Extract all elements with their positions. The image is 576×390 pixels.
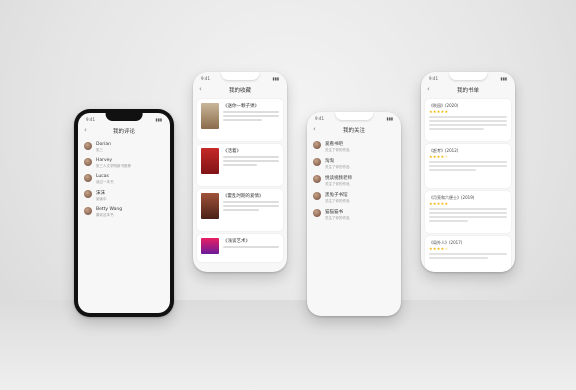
book-cover: [201, 193, 219, 219]
user-name: Harvey: [96, 158, 113, 163]
avatar: [313, 175, 321, 183]
back-icon[interactable]: ‹: [199, 85, 202, 93]
list-item[interactable]: 猫猫猫书 关注了你的作品: [313, 209, 395, 221]
book-card[interactable]: 《浅谈艺术》: [197, 234, 283, 262]
book-card[interactable]: 《活着》: [197, 144, 283, 186]
back-icon[interactable]: ‹: [313, 125, 316, 133]
back-icon[interactable]: ‹: [427, 85, 430, 93]
star-rating: ★★★★★: [429, 201, 449, 206]
list-item[interactable]: 悦读视频老师 关注了你的作品: [313, 175, 395, 187]
user-name: 沫沫: [96, 191, 105, 196]
notch: [335, 112, 373, 120]
review-card[interactable]: 《赶考》(2012) ★★★★☆: [425, 144, 511, 188]
comment-text: 张三人文学院新书推荐: [96, 164, 131, 168]
list-item[interactable]: 黑兔子书馆 关注了你的作品: [313, 192, 395, 204]
book-cover: [201, 103, 219, 129]
user-name: 悦读视频老师: [325, 176, 352, 181]
avatar: [84, 142, 92, 150]
review-card[interactable]: 《局外人》(2017) ★★★★☆: [425, 236, 511, 272]
review-card[interactable]: 《月亮和六便士》(2019) ★★★★★: [425, 191, 511, 233]
list-item[interactable]: Lucas 读过一本书: [84, 174, 164, 185]
user-name: Lucas: [96, 174, 109, 179]
user-name: Betty Wang: [96, 207, 123, 212]
book-cover: [201, 238, 219, 254]
avatar: [84, 207, 92, 215]
comment-list: Dorian 张三 Harvey 张三人文学院新书推荐 Lucas 读过一本书 沫沫阅…: [78, 142, 170, 218]
page-title: 我的评论: [112, 129, 135, 135]
book-title: 《霍乱时期的爱情》: [223, 194, 264, 199]
avatar: [313, 158, 321, 166]
nav-bar: ‹ 我的书单: [421, 84, 515, 96]
avatar: [84, 158, 92, 166]
follow-list: 爱看书吧 关注了你的作品 淘淘 关注了你的作品 悦读视频老师 关注了你的作品 黑兔子书…: [307, 141, 401, 221]
page-title: 我的关注: [342, 128, 365, 134]
list-item[interactable]: Betty Wang 喜欢这本书: [84, 207, 164, 218]
star-rating: ★★★★☆: [429, 246, 449, 251]
star-rating: ★★★★☆: [429, 154, 449, 159]
user-name: 爱看书吧: [325, 142, 343, 147]
phone-collections: 9:41 ▮▮▮ ‹ 我的收藏 《送你一颗子弹》 《活着》 《霍乱时期的爱情》 《…: [193, 72, 287, 272]
phone-booklist: 9:41 ▮▮▮ ‹ 我的书单 《秋园》(2020) ★★★★★ 《赶考》(201…: [421, 72, 515, 272]
book-title: 《送你一颗子弹》: [223, 104, 259, 109]
follow-text: 关注了你的作品: [325, 199, 350, 203]
comment-text: 阅读中: [96, 197, 107, 201]
review-card[interactable]: 《秋园》(2020) ★★★★★: [425, 99, 511, 141]
phone-follows: 9:41 ▮▮▮ ‹ 我的关注 爱看书吧 关注了你的作品 淘淘 关注了你的作品 悦读视…: [307, 112, 401, 316]
user-name: Dorian: [96, 142, 111, 147]
nav-bar: ‹ 我的关注: [307, 124, 401, 136]
comment-text: 喜欢这本书: [96, 213, 114, 217]
comment-text: 读过一本书: [96, 180, 114, 184]
book-title: 《活着》: [223, 149, 241, 154]
star-rating: ★★★★★: [429, 109, 449, 114]
page-title: 我的书单: [456, 88, 479, 94]
notch: [105, 113, 143, 121]
avatar: [84, 190, 92, 198]
book-card[interactable]: 《送你一颗子弹》: [197, 99, 283, 141]
notch: [221, 72, 259, 80]
avatar: [313, 192, 321, 200]
book-card[interactable]: 《霍乱时期的爱情》: [197, 189, 283, 231]
list-item[interactable]: 沫沫 阅读中: [84, 190, 164, 202]
list-item[interactable]: Dorian 张三: [84, 142, 164, 153]
avatar: [313, 141, 321, 149]
comment-text: 张三: [96, 148, 103, 152]
user-name: 猫猫猫书: [325, 210, 343, 215]
list-item[interactable]: 爱看书吧 关注了你的作品: [313, 141, 395, 153]
nav-bar: ‹ 我的评论: [78, 125, 170, 137]
follow-text: 关注了你的作品: [325, 148, 350, 152]
list-item[interactable]: 淘淘 关注了你的作品: [313, 158, 395, 170]
phone-comments: 9:41 ▮▮▮ ‹ 我的评论 Dorian 张三 Harvey 张三人文学院新书推荐…: [74, 109, 174, 317]
list-item[interactable]: Harvey 张三人文学院新书推荐: [84, 158, 164, 169]
follow-text: 关注了你的作品: [325, 165, 350, 169]
phone-comments-screen: 9:41 ▮▮▮ ‹ 我的评论 Dorian 张三 Harvey 张三人文学院新书推荐…: [78, 113, 170, 313]
follow-text: 关注了你的作品: [325, 216, 350, 220]
follow-text: 关注了你的作品: [325, 182, 350, 186]
back-icon[interactable]: ‹: [84, 126, 87, 134]
book-cover: [201, 148, 219, 174]
avatar: [84, 174, 92, 182]
book-title: 《浅谈艺术》: [223, 239, 250, 244]
user-name: 黑兔子书馆: [325, 193, 348, 198]
notch: [449, 72, 487, 80]
nav-bar: ‹ 我的收藏: [193, 84, 287, 96]
avatar: [313, 209, 321, 217]
user-name: 淘淘: [325, 159, 334, 164]
page-title: 我的收藏: [228, 88, 251, 94]
